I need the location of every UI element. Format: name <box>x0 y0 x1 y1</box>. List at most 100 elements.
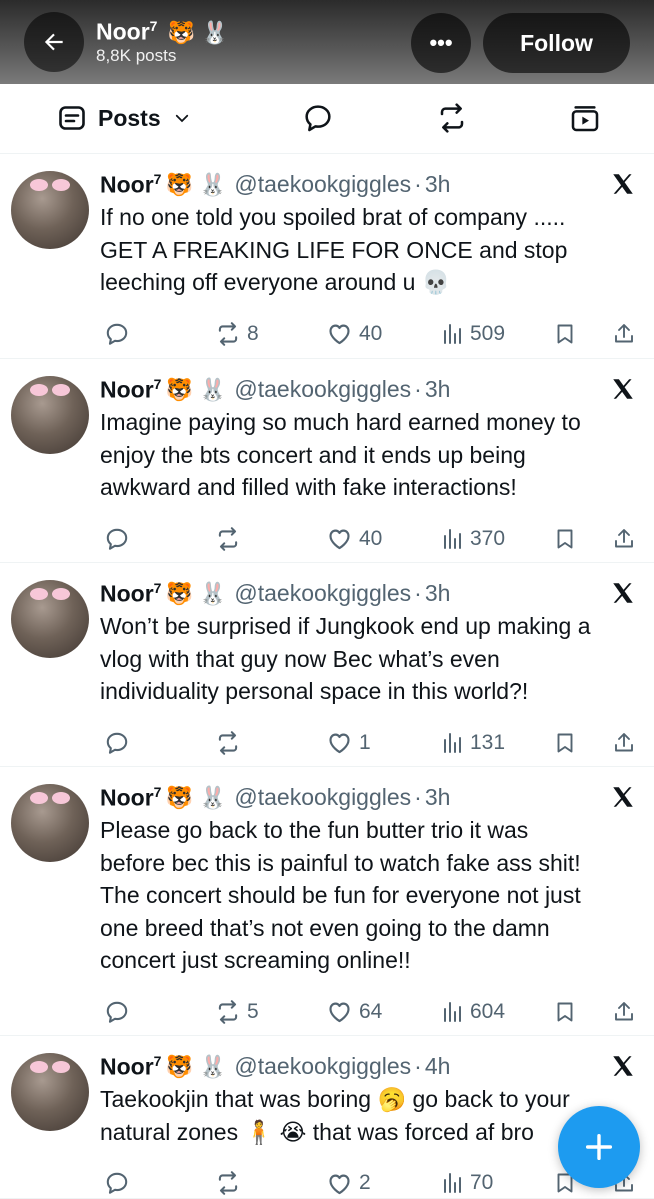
display-name[interactable]: Noor7 <box>100 1053 161 1081</box>
like-button[interactable]: 1 <box>326 728 371 758</box>
username-handle[interactable]: @taekookgiggles <box>234 171 411 198</box>
tweet-post[interactable]: Noor7 🐯 🐰 @taekookgiggles · 3h Imagine p… <box>0 359 654 563</box>
tab-videos[interactable] <box>569 84 601 152</box>
bunny-ears-icon <box>30 384 70 396</box>
display-name-emojis: 🐯 🐰 <box>165 171 227 197</box>
reply-button[interactable] <box>104 1168 130 1198</box>
like-button[interactable]: 2 <box>326 1168 371 1198</box>
repost-button[interactable]: 8 <box>215 319 259 349</box>
x-logo-icon <box>613 787 633 807</box>
compose-button[interactable] <box>558 1106 640 1188</box>
separator-dot: · <box>414 1053 422 1080</box>
share-icon <box>615 732 633 751</box>
display-name[interactable]: Noor7 <box>100 784 161 812</box>
repost-button[interactable] <box>215 1168 247 1198</box>
like-count: 1 <box>359 730 371 754</box>
view-count: 131 <box>470 730 506 754</box>
share-button[interactable] <box>612 997 636 1027</box>
x-logo-icon <box>613 174 633 194</box>
username-handle[interactable]: @taekookgiggles <box>234 784 411 811</box>
display-name-text: Noor <box>100 376 154 403</box>
bookmark-button[interactable] <box>553 997 577 1027</box>
repost-button[interactable] <box>215 728 247 758</box>
views-chart-icon <box>444 1173 461 1193</box>
display-name[interactable]: Noor7 <box>100 580 161 608</box>
like-button[interactable]: 40 <box>326 319 382 349</box>
like-count: 40 <box>359 526 383 550</box>
username-handle[interactable]: @taekookgiggles <box>234 1053 411 1080</box>
x-logo <box>610 376 636 402</box>
repost-count: 8 <box>247 321 259 345</box>
display-name-text: Noor <box>100 171 154 198</box>
like-button[interactable]: 40 <box>326 524 382 554</box>
x-logo <box>610 580 636 606</box>
timestamp[interactable]: 3h <box>425 580 451 607</box>
bunny-ears-icon <box>30 179 70 191</box>
like-button[interactable]: 64 <box>326 997 382 1027</box>
repost-icon <box>440 103 464 133</box>
display-name-sup: 7 <box>153 376 162 392</box>
avatar[interactable] <box>11 580 89 658</box>
tweet-post[interactable]: Noor7 🐯 🐰 @taekookgiggles · 4h Taekookji… <box>0 1036 654 1199</box>
bookmark-button[interactable] <box>553 319 577 349</box>
reply-button[interactable] <box>104 728 130 758</box>
display-name-text: Noor <box>100 580 154 607</box>
timestamp[interactable]: 4h <box>425 1053 451 1080</box>
views-button[interactable]: 370 <box>440 524 505 554</box>
display-name[interactable]: Noor7 <box>100 376 161 404</box>
tab-reposts[interactable] <box>436 84 468 152</box>
username-handle[interactable]: @taekookgiggles <box>234 580 411 607</box>
avatar[interactable] <box>11 1053 89 1131</box>
tweet-post[interactable]: Noor7 🐯 🐰 @taekookgiggles · 3h If no one… <box>0 154 654 359</box>
display-name[interactable]: Noor7 <box>100 171 161 199</box>
views-button[interactable]: 131 <box>440 728 505 758</box>
tweet-text: Please go back to the fun butter trio it… <box>100 817 581 973</box>
tab-posts[interactable]: Posts <box>58 84 191 152</box>
bookmark-button[interactable] <box>553 524 577 554</box>
separator-dot: · <box>414 376 422 403</box>
x-logo <box>610 171 636 197</box>
timestamp[interactable]: 3h <box>425 376 451 403</box>
plus-icon <box>585 1133 613 1161</box>
display-name-sup: 7 <box>153 171 162 187</box>
share-button[interactable] <box>612 319 636 349</box>
repost-icon <box>218 321 238 346</box>
avatar[interactable] <box>11 376 89 454</box>
share-button[interactable] <box>612 728 636 758</box>
tweet-post[interactable]: Noor7 🐯 🐰 @taekookgiggles · 3h Won’t be … <box>0 563 654 767</box>
tweet-post[interactable]: Noor7 🐯 🐰 @taekookgiggles · 3h Please go… <box>0 767 654 1036</box>
tab-replies[interactable] <box>302 84 334 152</box>
views-button[interactable]: 70 <box>440 1168 493 1198</box>
reply-icon <box>106 323 128 345</box>
bunny-ears-icon <box>30 1061 70 1073</box>
username-handle[interactable]: @taekookgiggles <box>234 376 411 403</box>
reply-button[interactable] <box>104 997 130 1027</box>
timestamp[interactable]: 3h <box>425 171 451 198</box>
repost-button[interactable] <box>215 524 247 554</box>
repost-button[interactable]: 5 <box>215 997 259 1027</box>
tweet-header: Noor7 🐯 🐰 @taekookgiggles · 3h <box>100 376 450 404</box>
display-name-sup: 7 <box>153 1053 162 1069</box>
back-button[interactable] <box>24 12 84 72</box>
views-button[interactable]: 604 <box>440 997 505 1027</box>
reply-button[interactable] <box>104 524 130 554</box>
reply-button[interactable] <box>104 319 130 349</box>
avatar[interactable] <box>11 784 89 862</box>
timestamp[interactable]: 3h <box>425 784 451 811</box>
follow-button[interactable]: Follow <box>483 13 630 73</box>
share-button[interactable] <box>612 524 636 554</box>
profile-name-text: Noor <box>96 18 150 45</box>
chevron-down-icon[interactable] <box>173 109 191 127</box>
more-options-button[interactable]: ••• <box>411 13 471 73</box>
view-count: 70 <box>470 1171 494 1194</box>
share-icon <box>615 1001 633 1020</box>
avatar[interactable] <box>11 171 89 249</box>
x-logo-icon <box>613 1056 633 1076</box>
reply-icon <box>106 1172 128 1194</box>
display-name-emojis: 🐯 🐰 <box>165 784 227 810</box>
view-count: 370 <box>470 526 506 550</box>
bookmark-button[interactable] <box>553 728 577 758</box>
profile-tabs: Posts <box>0 84 654 154</box>
views-button[interactable]: 509 <box>440 319 505 349</box>
like-count: 40 <box>359 321 383 345</box>
